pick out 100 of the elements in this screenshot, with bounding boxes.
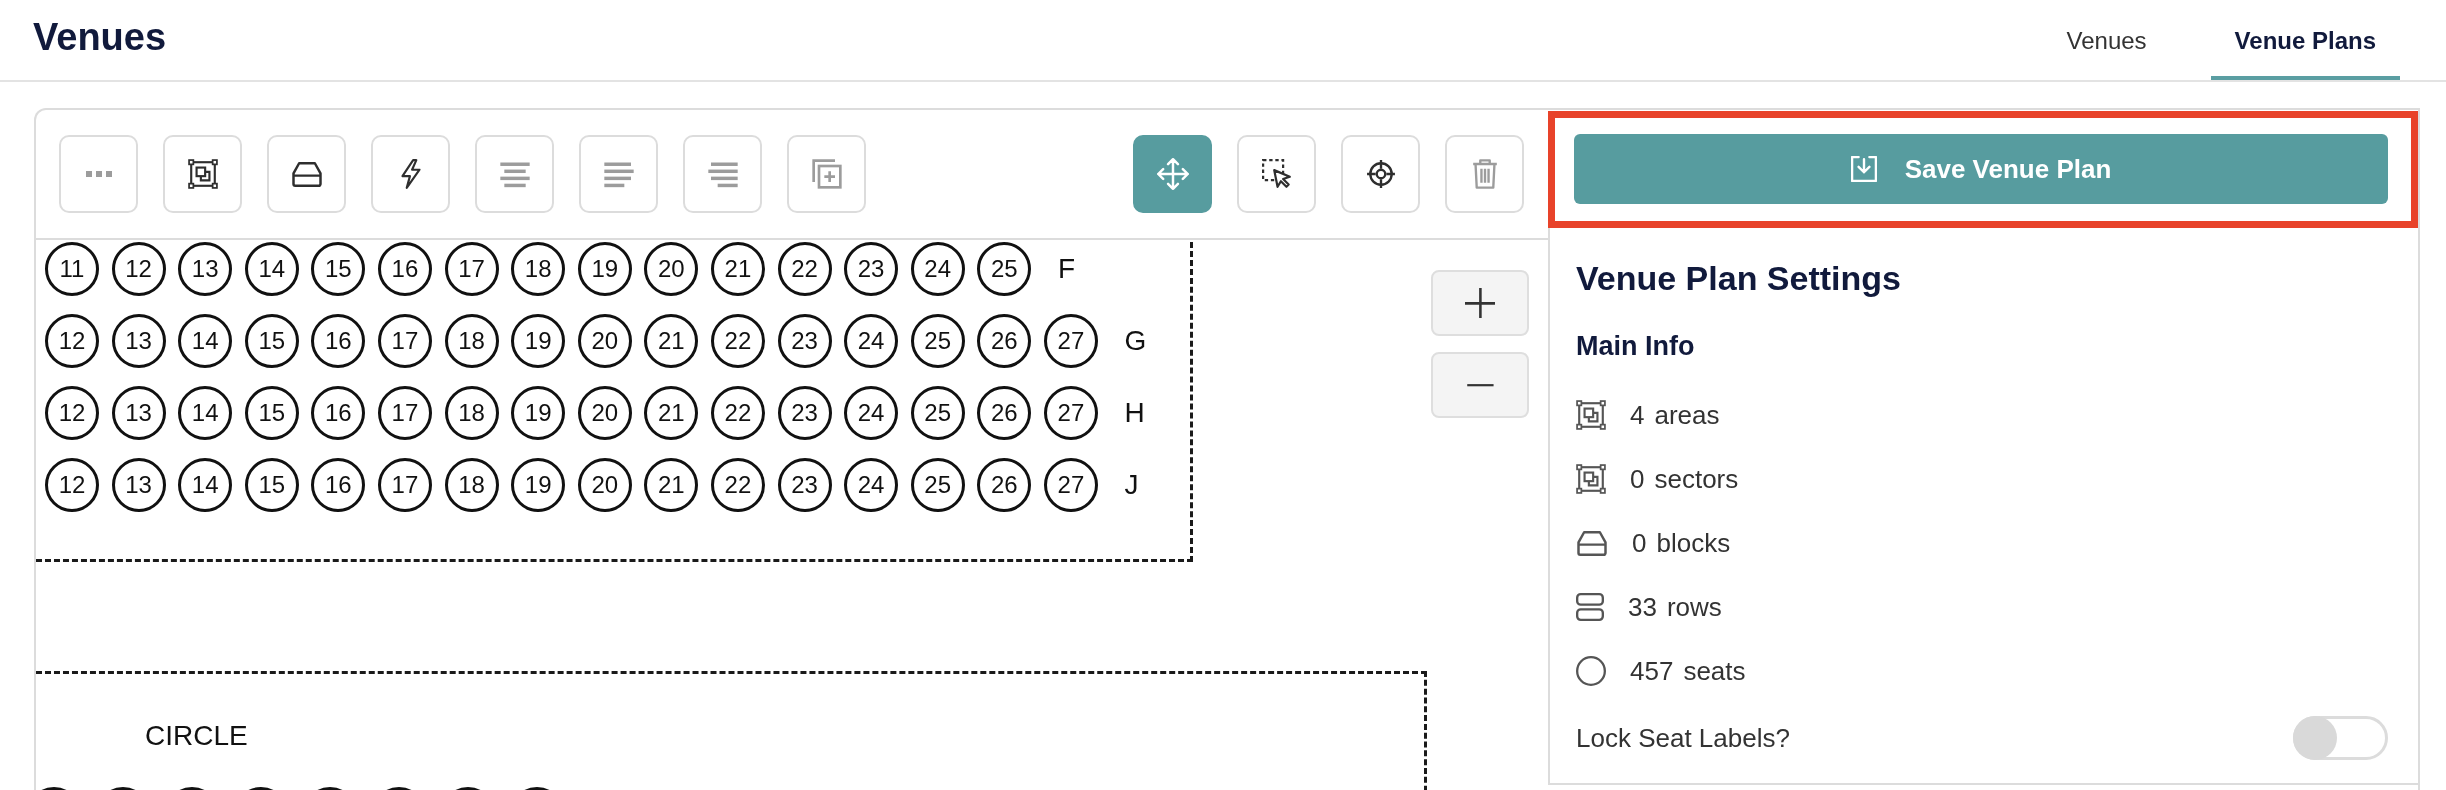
seat: 22 <box>710 386 765 440</box>
section-label: CIRCLE <box>145 720 248 752</box>
seat: 27 <box>1043 386 1098 440</box>
seat: 25 <box>910 458 965 512</box>
tab[interactable]: Venue Plans <box>2210 0 2400 80</box>
seat: 13 <box>111 458 166 512</box>
seat: 21 <box>710 242 765 296</box>
toggle-switch[interactable] <box>2293 716 2388 760</box>
stat-count: 4 <box>1630 399 1645 431</box>
seat: 19 <box>511 386 566 440</box>
zoom-in-button[interactable] <box>1431 270 1529 336</box>
toggle-label: Lock Seat Labels? <box>1576 722 1790 754</box>
tray-icon <box>1576 529 1608 557</box>
move-arrows-icon <box>1156 158 1189 190</box>
seat: 22 <box>777 242 832 296</box>
seat: 15 <box>244 458 299 512</box>
copy-icon <box>810 158 843 190</box>
seat: 17 <box>377 314 432 368</box>
stacked-rows-icon <box>1576 593 1604 621</box>
plus-icon <box>1464 287 1496 319</box>
seat: 25 <box>910 386 965 440</box>
seat: 23 <box>777 458 832 512</box>
seat: 26 <box>977 386 1032 440</box>
more-dots-icon <box>85 171 112 177</box>
tab[interactable]: Venues <box>2042 0 2171 80</box>
seat: 21 <box>644 386 699 440</box>
row-label: H <box>1124 397 1145 429</box>
trash-icon <box>1471 158 1498 190</box>
seat: 22 <box>710 458 765 512</box>
page-title: Venues <box>33 15 167 59</box>
seat: 17 <box>377 458 432 512</box>
stat-label: areas <box>1654 399 1720 431</box>
seat: 23 <box>844 242 899 296</box>
seat: 20 <box>577 386 632 440</box>
align-left-icon <box>602 160 635 188</box>
panel-title: Venue Plan Settings <box>1576 258 1902 298</box>
row-label: G <box>1124 325 1147 357</box>
seat: 23 <box>777 386 832 440</box>
seat: 16 <box>311 386 366 440</box>
stat-label: rows <box>1666 591 1722 623</box>
row-label: F <box>1057 253 1075 285</box>
crosshair-icon <box>1365 159 1396 189</box>
move-tool-button[interactable] <box>1133 135 1212 213</box>
seat: 15 <box>244 314 299 368</box>
seat: 27 <box>1043 314 1098 368</box>
stat-count: 457 <box>1630 655 1674 687</box>
seat: 24 <box>844 458 899 512</box>
bounding-box-icon <box>1576 464 1606 494</box>
stat-count: 0 <box>1632 527 1647 559</box>
seat: 24 <box>910 242 965 296</box>
seat: 25 <box>977 242 1032 296</box>
align-right-icon <box>706 160 739 188</box>
bounding-box-icon <box>1576 400 1606 430</box>
seat: 23 <box>777 314 832 368</box>
seat: 16 <box>377 242 432 296</box>
circle-icon <box>1576 656 1606 686</box>
seat: 16 <box>311 314 366 368</box>
seat: 18 <box>511 242 566 296</box>
seat: 14 <box>178 458 233 512</box>
stat-count: 33 <box>1628 591 1657 623</box>
seat: 13 <box>111 386 166 440</box>
lightning-tool-button[interactable] <box>371 135 450 213</box>
minus-icon <box>1464 382 1496 388</box>
seat: 18 <box>444 314 499 368</box>
target-tool-button[interactable] <box>1341 135 1420 213</box>
seat: 17 <box>377 386 432 440</box>
stat-label: sectors <box>1654 463 1739 495</box>
selection-cursor-icon <box>1261 159 1292 189</box>
row-label: J <box>1124 469 1139 501</box>
seat: 13 <box>111 314 166 368</box>
seat: 19 <box>511 314 566 368</box>
seat: 21 <box>644 458 699 512</box>
seat: 12 <box>111 242 166 296</box>
seat: 14 <box>178 314 233 368</box>
select-tool-button[interactable] <box>1237 135 1316 213</box>
seat: 17 <box>444 242 499 296</box>
align-center-icon <box>498 160 531 188</box>
area-tool-button[interactable] <box>163 135 242 213</box>
seat: 15 <box>244 386 299 440</box>
seat: 24 <box>844 386 899 440</box>
seat: 20 <box>577 458 632 512</box>
seat: 20 <box>577 314 632 368</box>
lightning-icon <box>399 158 422 190</box>
seat: 12 <box>45 386 99 440</box>
seat: 21 <box>644 314 699 368</box>
seat: 25 <box>910 314 965 368</box>
seat: 11 <box>45 242 99 296</box>
seat: 22 <box>710 314 765 368</box>
seat: 20 <box>644 242 699 296</box>
stat-label: blocks <box>1656 527 1731 559</box>
stat-label: seats <box>1683 655 1746 687</box>
bounding-box-icon <box>187 159 218 189</box>
seat: 19 <box>511 458 566 512</box>
seat: 27 <box>1043 458 1098 512</box>
seat: 14 <box>244 242 299 296</box>
seat: 16 <box>311 458 366 512</box>
block-tool-button[interactable] <box>267 135 346 213</box>
seat: 19 <box>577 242 632 296</box>
seat: 12 <box>45 314 99 368</box>
seat: 24 <box>844 314 899 368</box>
